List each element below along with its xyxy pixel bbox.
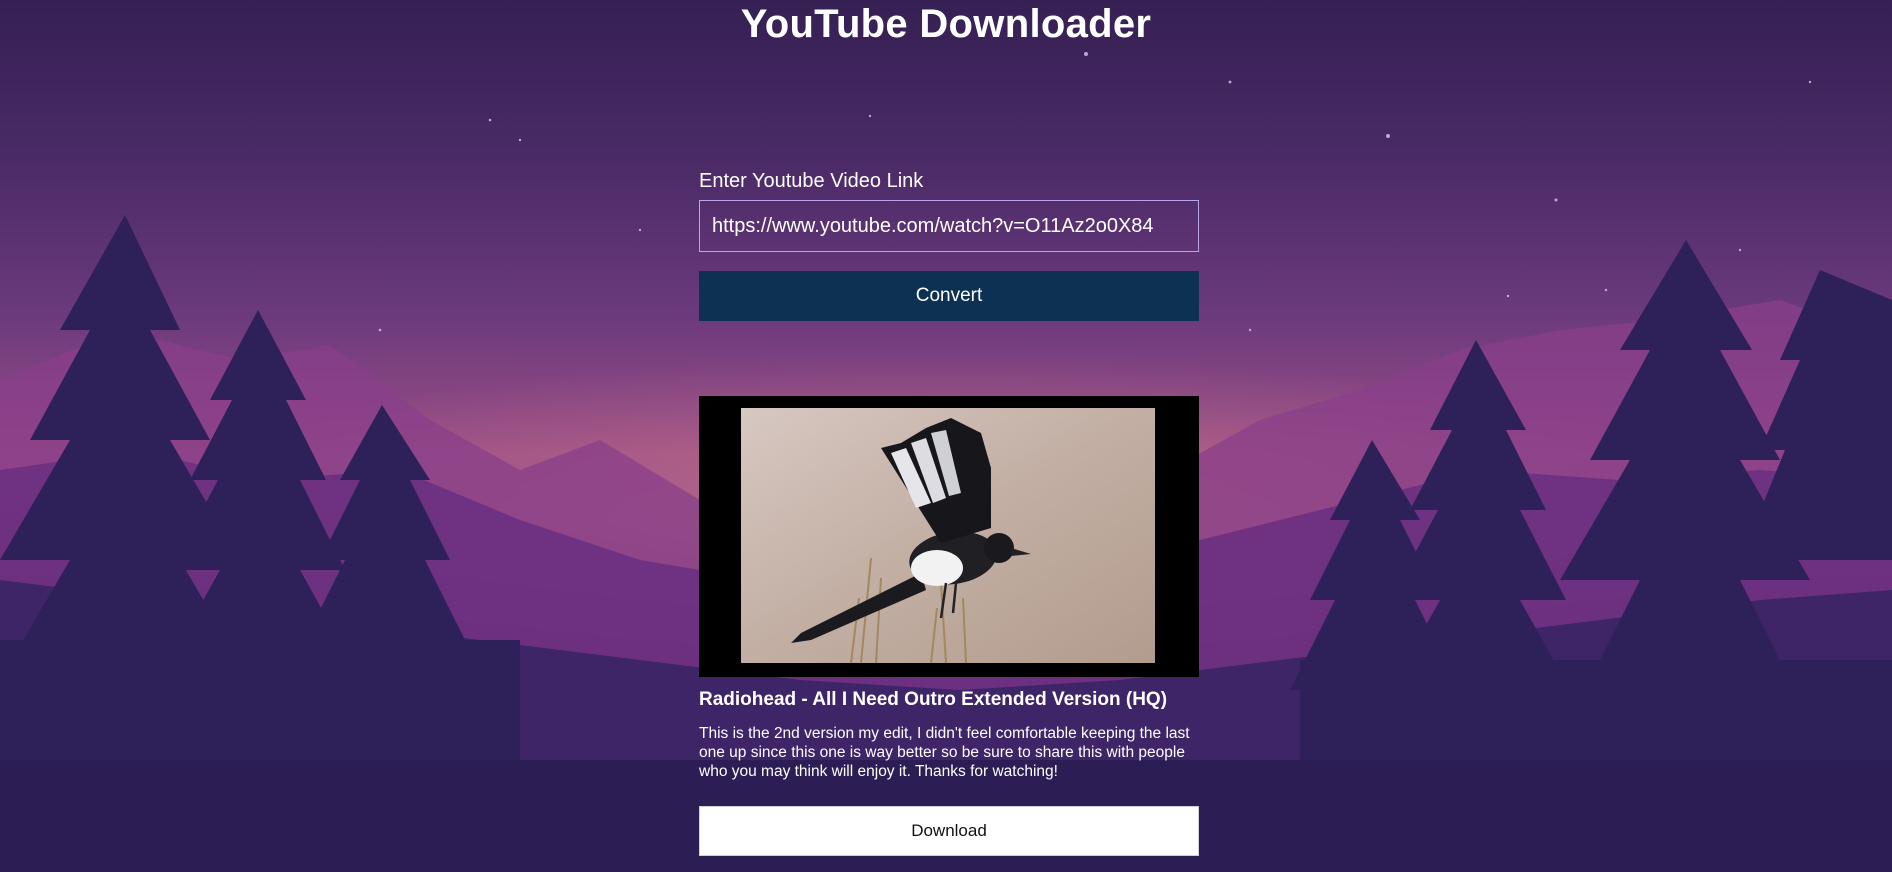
video-description: This is the 2nd version my edit, I didn'… bbox=[699, 725, 1190, 780]
video-preview[interactable] bbox=[699, 396, 1199, 677]
convert-button[interactable]: Convert bbox=[699, 271, 1199, 321]
video-link-input[interactable] bbox=[699, 200, 1199, 252]
video-title: Radiohead - All I Need Outro Extended Ve… bbox=[699, 689, 1168, 710]
main-content: YouTube Downloader Enter Youtube Video L… bbox=[0, 0, 1892, 872]
download-button[interactable]: Download bbox=[699, 806, 1199, 856]
page-title: YouTube Downloader bbox=[740, 2, 1152, 46]
video-link-label: Enter Youtube Video Link bbox=[699, 170, 924, 192]
magpie-in-flight-thumbnail bbox=[741, 408, 1155, 663]
